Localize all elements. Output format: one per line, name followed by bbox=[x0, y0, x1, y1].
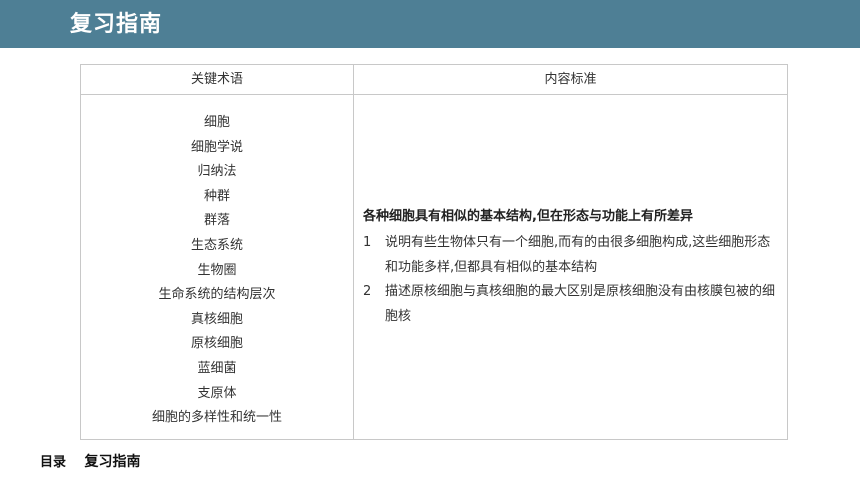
term-item: 细胞学说 bbox=[190, 139, 243, 155]
term-item: 群落 bbox=[203, 213, 230, 229]
item-text: 说明有些生物体只有一个细胞,而有的由很多细胞构成,这些细胞形态和功能多样,但都具… bbox=[385, 235, 771, 275]
column-header-terms: 关键术语 bbox=[190, 72, 243, 87]
term-item: 真核细胞 bbox=[190, 311, 243, 327]
standard-item-1: 1 说明有些生物体只有一个细胞,而有的由很多细胞构成,这些细胞形态和功能多样,但… bbox=[363, 231, 783, 280]
term-item: 细胞的多样性和统一性 bbox=[151, 410, 282, 426]
term-item: 蓝细菌 bbox=[197, 360, 237, 376]
footer-section-title: 复习指南 bbox=[84, 454, 141, 470]
column-divider bbox=[353, 65, 354, 439]
term-item: 归纳法 bbox=[197, 164, 237, 180]
term-item: 支原体 bbox=[197, 385, 237, 401]
header-divider bbox=[81, 94, 787, 95]
guide-table: 关键术语 内容标准 细胞 细胞学说 归纳法 种群 群落 生态系统 生物圈 生命系… bbox=[80, 64, 788, 440]
term-item: 原核细胞 bbox=[190, 336, 243, 352]
term-item: 生命系统的结构层次 bbox=[158, 287, 276, 303]
column-header-standards: 内容标准 bbox=[544, 72, 597, 87]
term-item: 细胞 bbox=[203, 115, 230, 130]
page-title: 复习指南 bbox=[70, 12, 163, 37]
content-heading: 各种细胞具有相似的基本结构,但在形态与功能上有所差异 bbox=[363, 209, 693, 224]
standard-item-2: 2 描述原核细胞与真核细胞的最大区别是原核细胞没有由核膜包被的细胞核 bbox=[363, 280, 783, 329]
footer-nav: 目录 复习指南 bbox=[40, 452, 140, 472]
item-text: 描述原核细胞与真核细胞的最大区别是原核细胞没有由核膜包被的细胞核 bbox=[385, 284, 776, 324]
term-item: 生物圈 bbox=[197, 262, 237, 278]
content-standards: 各种细胞具有相似的基本结构,但在形态与功能上有所差异 1 说明有些生物体只有一个… bbox=[363, 207, 783, 329]
item-number: 2 bbox=[363, 284, 372, 299]
item-number: 1 bbox=[363, 235, 372, 250]
toc-link[interactable]: 目录 bbox=[40, 455, 66, 470]
term-item: 生态系统 bbox=[190, 237, 243, 253]
term-item: 种群 bbox=[203, 188, 230, 204]
key-terms-list: 细胞 细胞学说 归纳法 种群 群落 生态系统 生物圈 生命系统的结构层次 真核细… bbox=[81, 111, 353, 431]
header-bar: 复习指南 bbox=[0, 0, 860, 48]
